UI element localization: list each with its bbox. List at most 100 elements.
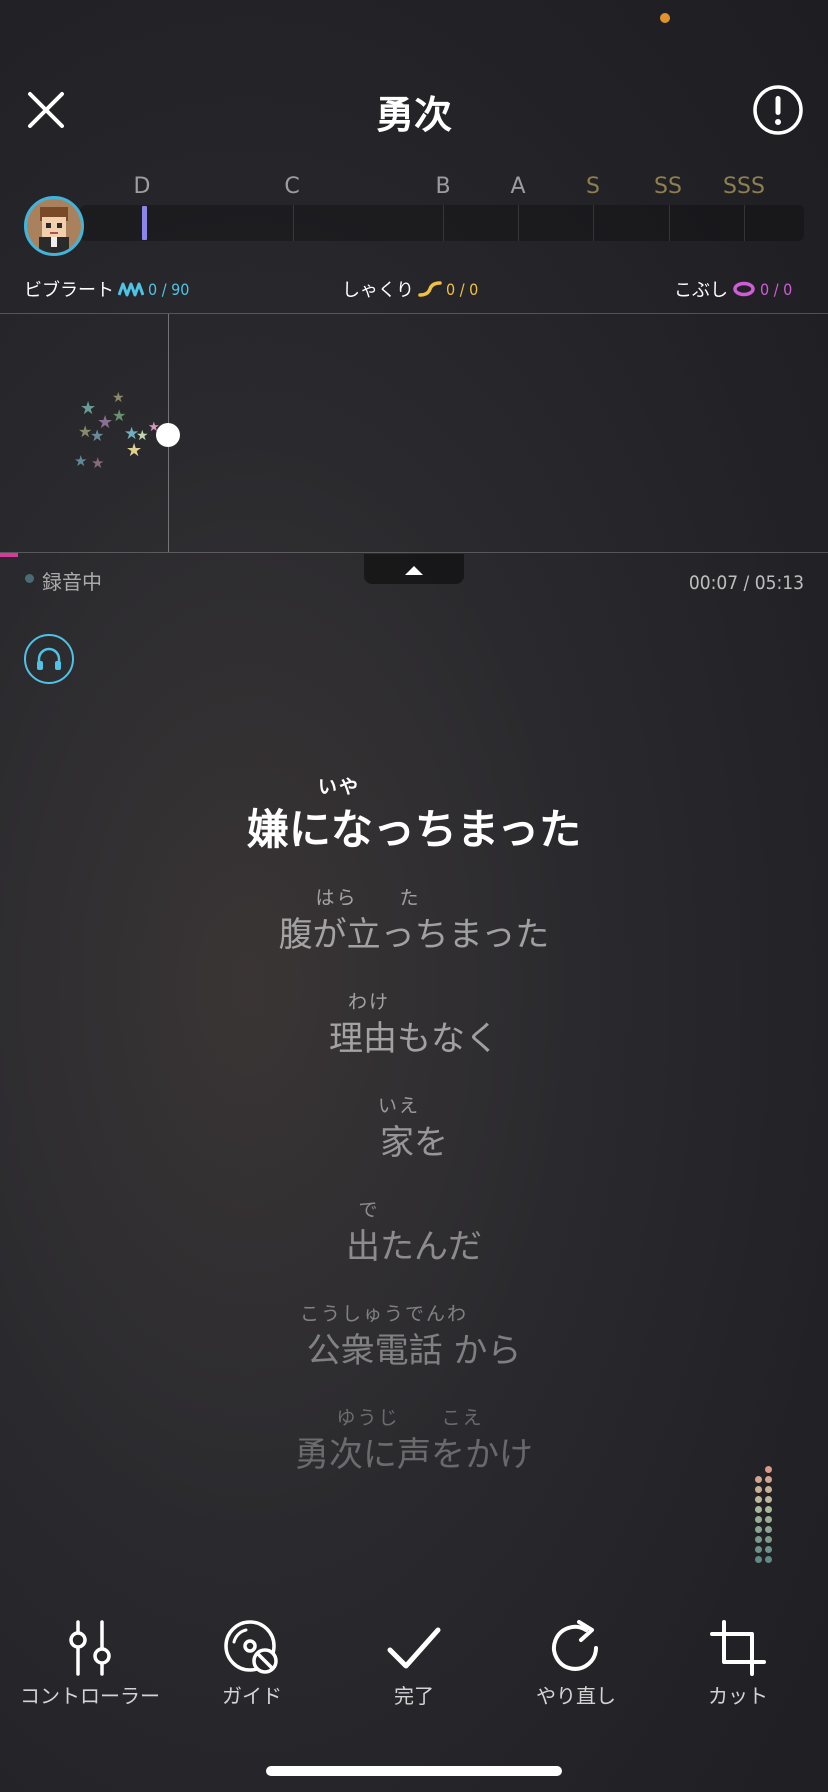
meter-dot [765, 1556, 772, 1563]
redo-label: やり直し [536, 1684, 616, 1708]
score-tick [293, 205, 294, 241]
score-tick [593, 205, 594, 241]
score-tick [669, 205, 670, 241]
lyric-line-current: いや 嫌になっちまった [0, 772, 828, 857]
lyric-ruby: こうしゅうでんわ [299, 1303, 468, 1325]
meter-dot [765, 1476, 772, 1483]
vibrato-icon [118, 282, 144, 297]
done-label: 完了 [394, 1684, 434, 1708]
recording-label: 録音中 [42, 570, 102, 594]
lyric-line: わけ 理由もなく [0, 987, 828, 1060]
star-icon: ★ [112, 406, 127, 425]
shakuri-counter: しゃくり 0 / 0 [342, 276, 478, 302]
grade-d: D [133, 174, 151, 199]
grade-c: C [284, 174, 300, 199]
shakuri-count: 0 / 0 [446, 279, 479, 299]
crop-icon [710, 1620, 766, 1676]
lyric-line: いえ 家を [0, 1091, 828, 1164]
lyric-line: はら た 腹が立っちまった [0, 883, 828, 956]
lyric-text: 嫌になっちまった [246, 805, 582, 854]
meter-dot [755, 1476, 762, 1483]
cut-label: カット [708, 1684, 768, 1708]
star-icon: ★ [91, 454, 105, 472]
meter-dot [765, 1526, 772, 1533]
score-bar [80, 205, 804, 241]
lyric-text: 出たんだ [346, 1227, 482, 1267]
controller-label: コントローラー [20, 1684, 160, 1708]
star-icon: ★ [80, 398, 97, 419]
meter-dot [755, 1536, 762, 1543]
shakuri-label: しゃくり [342, 280, 414, 301]
lyric-ruby: はら た [315, 887, 421, 909]
meter-dot [755, 1546, 762, 1553]
meter-dot [755, 1496, 762, 1503]
headphone-button[interactable] [24, 634, 74, 684]
lyric-text: 腹が立っちまった [278, 915, 550, 955]
guide-label: ガイド [222, 1684, 282, 1708]
meter-dot [755, 1486, 762, 1493]
lyric-ruby: いえ [377, 1095, 420, 1117]
kobushi-label: こぶし [674, 280, 728, 301]
playback-time: 00:07 / 05:13 [688, 572, 804, 594]
meter-dot [765, 1496, 772, 1503]
cut-button[interactable]: カット [658, 1618, 818, 1709]
meter-dot [755, 1526, 762, 1533]
lyric-text: 公衆電話 から [306, 1331, 522, 1371]
controller-button[interactable]: コントローラー [10, 1618, 170, 1709]
score-marker [142, 206, 147, 240]
info-icon[interactable] [752, 84, 804, 136]
sliders-icon [69, 1620, 111, 1676]
song-progress [0, 553, 18, 557]
score-tick [443, 205, 444, 241]
pitch-area-top-border [0, 313, 828, 314]
disc-icon [224, 1620, 278, 1674]
lyric-ruby: で [358, 1199, 380, 1221]
score-tick [744, 205, 745, 241]
meter-dot [755, 1556, 762, 1563]
grade-b: B [435, 174, 451, 199]
meter-dot [765, 1506, 772, 1513]
shakuri-icon [418, 281, 442, 297]
grade-s: S [586, 174, 600, 199]
lyric-text: 理由もなく [329, 1019, 499, 1059]
score-tick [518, 205, 519, 241]
expand-pitch-button[interactable] [364, 554, 464, 584]
guide-button[interactable]: ガイド [172, 1618, 332, 1709]
meter-dot [765, 1466, 772, 1473]
lyric-line: こうしゅうでんわ 公衆電話 から [0, 1299, 828, 1372]
song-title: 勇次 [375, 93, 452, 137]
done-button[interactable]: 完了 [334, 1618, 494, 1709]
meter-dot [765, 1486, 772, 1493]
vibrato-label: ビブラート [24, 280, 114, 301]
meter-dot [755, 1516, 762, 1523]
recording-dot [25, 574, 34, 583]
status-dot [660, 13, 670, 23]
meter-dot [765, 1516, 772, 1523]
grade-sss: SSS [723, 174, 765, 199]
lyric-line: ゆうじ こえ 勇次に声をかけ [0, 1403, 828, 1476]
meter-column [755, 1466, 762, 1563]
meter-column [765, 1466, 772, 1563]
home-indicator [266, 1766, 562, 1776]
checkmark-icon [387, 1627, 441, 1669]
kobushi-icon [733, 281, 755, 297]
meter-dot [765, 1546, 772, 1553]
vibrato-counter: ビブラート 0 / 90 [24, 276, 189, 302]
grade-a: A [510, 174, 526, 199]
redo-button[interactable]: やり直し [496, 1618, 656, 1709]
meter-dot [755, 1506, 762, 1513]
lyric-text: 家を [380, 1123, 448, 1163]
redo-icon [552, 1620, 598, 1671]
lyric-ruby: わけ [347, 991, 390, 1013]
star-icon: ★ [74, 452, 88, 470]
pitch-area-bottom-border [0, 552, 828, 553]
vibrato-count: 0 / 90 [148, 279, 190, 299]
headphone-icon [37, 647, 61, 670]
lyric-ruby: いや [317, 776, 360, 798]
lyric-line: で 出たんだ [0, 1195, 828, 1268]
lyric-text: 勇次に声をかけ [295, 1435, 533, 1475]
star-icon: ★ [90, 426, 105, 445]
avatar[interactable] [24, 196, 84, 256]
meter-dot [765, 1536, 772, 1543]
kobushi-count: 0 / 0 [760, 279, 793, 299]
